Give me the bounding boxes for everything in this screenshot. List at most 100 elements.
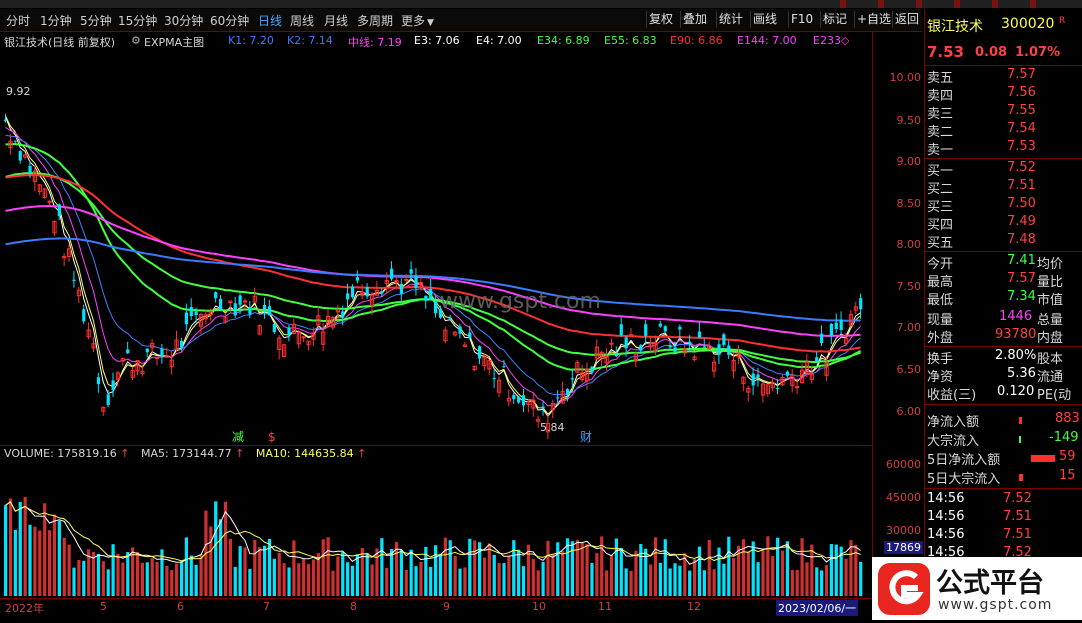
stat-label: 净资	[927, 370, 954, 385]
volume-bar	[106, 569, 110, 596]
candle-body	[390, 268, 394, 279]
period-tab[interactable]: 多周期	[357, 12, 393, 29]
period-tab[interactable]: 1分钟	[40, 12, 72, 29]
period-tab-active[interactable]: 日线	[258, 12, 282, 29]
volume-bar	[331, 570, 335, 596]
event-mark-cai[interactable]: 财	[580, 430, 592, 444]
top-button[interactable]	[1030, 0, 1036, 8]
y-tick: 9.00	[896, 155, 922, 168]
volume-bar	[575, 539, 579, 596]
candle-body	[570, 378, 575, 380]
period-tab[interactable]: 60分钟	[210, 12, 249, 29]
candle-body	[341, 311, 345, 318]
volume-bar	[766, 536, 770, 596]
flow-value: 883	[1055, 411, 1080, 426]
candle-body	[678, 326, 682, 330]
candle-body	[160, 348, 164, 357]
volume-bar	[140, 562, 145, 596]
candle-body	[727, 345, 731, 355]
volume-bar	[111, 544, 115, 596]
candle-body	[18, 151, 22, 161]
top-button[interactable]	[840, 0, 846, 8]
y-tick: 10.00	[889, 71, 922, 84]
legend-e3: E3: 7.06	[414, 34, 460, 47]
volume-bar	[13, 529, 17, 596]
volume-bar	[23, 496, 27, 596]
add-watchlist-button[interactable]: +自选	[854, 11, 893, 28]
bid-row: 买五 7.48	[925, 232, 1082, 251]
volume-bar	[727, 536, 731, 596]
volume-bar	[805, 562, 809, 596]
stats-button[interactable]: 统计	[716, 11, 745, 28]
ask-price: 7.55	[1007, 103, 1036, 118]
volume-bar	[72, 567, 76, 596]
candle-body	[154, 357, 160, 360]
candle-body	[111, 380, 115, 390]
volume-bar	[507, 556, 511, 596]
candle-body	[512, 395, 516, 400]
indicator-name[interactable]: EXPMA主图	[144, 34, 204, 50]
stat-row: 最高 7.57 量比	[925, 271, 1082, 290]
y-tick: 7.00	[896, 321, 922, 334]
volume-bar	[292, 540, 296, 596]
volume-bar	[443, 537, 447, 596]
back-button[interactable]: 返回	[892, 11, 921, 28]
divider	[925, 488, 1082, 489]
y-tick: 9.50	[896, 114, 922, 127]
mark-button[interactable]: 标记	[820, 11, 849, 28]
volume-bar	[404, 570, 408, 596]
period-tab[interactable]: 周线	[290, 12, 314, 29]
volume-bar	[849, 540, 853, 596]
period-tab[interactable]: 15分钟	[118, 12, 157, 29]
vol-tick: 45000	[886, 491, 921, 504]
candle-body	[28, 165, 32, 173]
period-tab[interactable]: 分时	[6, 12, 30, 29]
candle-body	[434, 301, 438, 314]
volume-bar	[692, 559, 697, 596]
f10-button[interactable]: F10	[788, 11, 815, 28]
candle-body	[658, 323, 662, 327]
ask-row: 卖四 7.56	[925, 85, 1082, 104]
x-tick: 12	[687, 600, 701, 613]
candle-body	[795, 385, 800, 388]
overlay-button[interactable]: 叠加	[680, 11, 709, 28]
volume-bar	[57, 520, 61, 596]
candle-body	[668, 345, 672, 348]
volume-bar	[644, 548, 648, 596]
volume-bar	[653, 537, 658, 596]
period-tab[interactable]: 30分钟	[164, 12, 203, 29]
volume-bar	[746, 552, 750, 596]
top-button[interactable]	[916, 0, 922, 8]
ema-line	[5, 142, 862, 371]
adjust-button[interactable]: 复权	[646, 11, 675, 28]
more-tab[interactable]: 更多 ▼	[401, 12, 434, 29]
divider	[925, 158, 1082, 159]
ask-label: 卖二	[927, 125, 954, 140]
price-header: 7.53 0.08 1.07%	[925, 43, 1082, 61]
volume-bar	[272, 558, 276, 596]
ask-row: 卖五 7.57	[925, 67, 1082, 86]
top-button[interactable]	[954, 0, 960, 8]
top-button[interactable]	[992, 0, 998, 8]
candle-body	[179, 340, 184, 348]
event-mark-s[interactable]: $	[268, 430, 276, 444]
stat-value: 7.57	[1007, 271, 1036, 286]
event-mark-jian[interactable]: 减	[232, 430, 244, 444]
volume-chart[interactable]: VOLUME: 175819.16 ↑ MA5: 173144.77 ↑ MA1…	[0, 445, 872, 599]
stat-label: 市值	[1037, 293, 1064, 308]
candlestick-chart[interactable]: 9.92 5.84 减 $ 财 www.gspt.com	[0, 50, 872, 445]
top-button[interactable]	[878, 0, 884, 8]
legend-k1: K1: 7.20	[228, 34, 274, 47]
settings-icon[interactable]: ⚙	[131, 34, 141, 47]
x-tick: 11	[598, 600, 612, 613]
candle-body	[145, 348, 149, 353]
bid-label: 买二	[927, 182, 954, 197]
bid-price: 7.49	[1007, 214, 1036, 229]
candle-body	[834, 322, 838, 329]
candle-body	[272, 323, 276, 333]
period-tab[interactable]: 月线	[324, 12, 348, 29]
period-tab[interactable]: 5分钟	[80, 12, 112, 29]
date-axis: 2022年 5 6 7 8 9 10 11 12 2023/02/06/一	[0, 598, 872, 617]
draw-button[interactable]: 画线	[750, 11, 779, 28]
volume-bar	[771, 556, 775, 596]
